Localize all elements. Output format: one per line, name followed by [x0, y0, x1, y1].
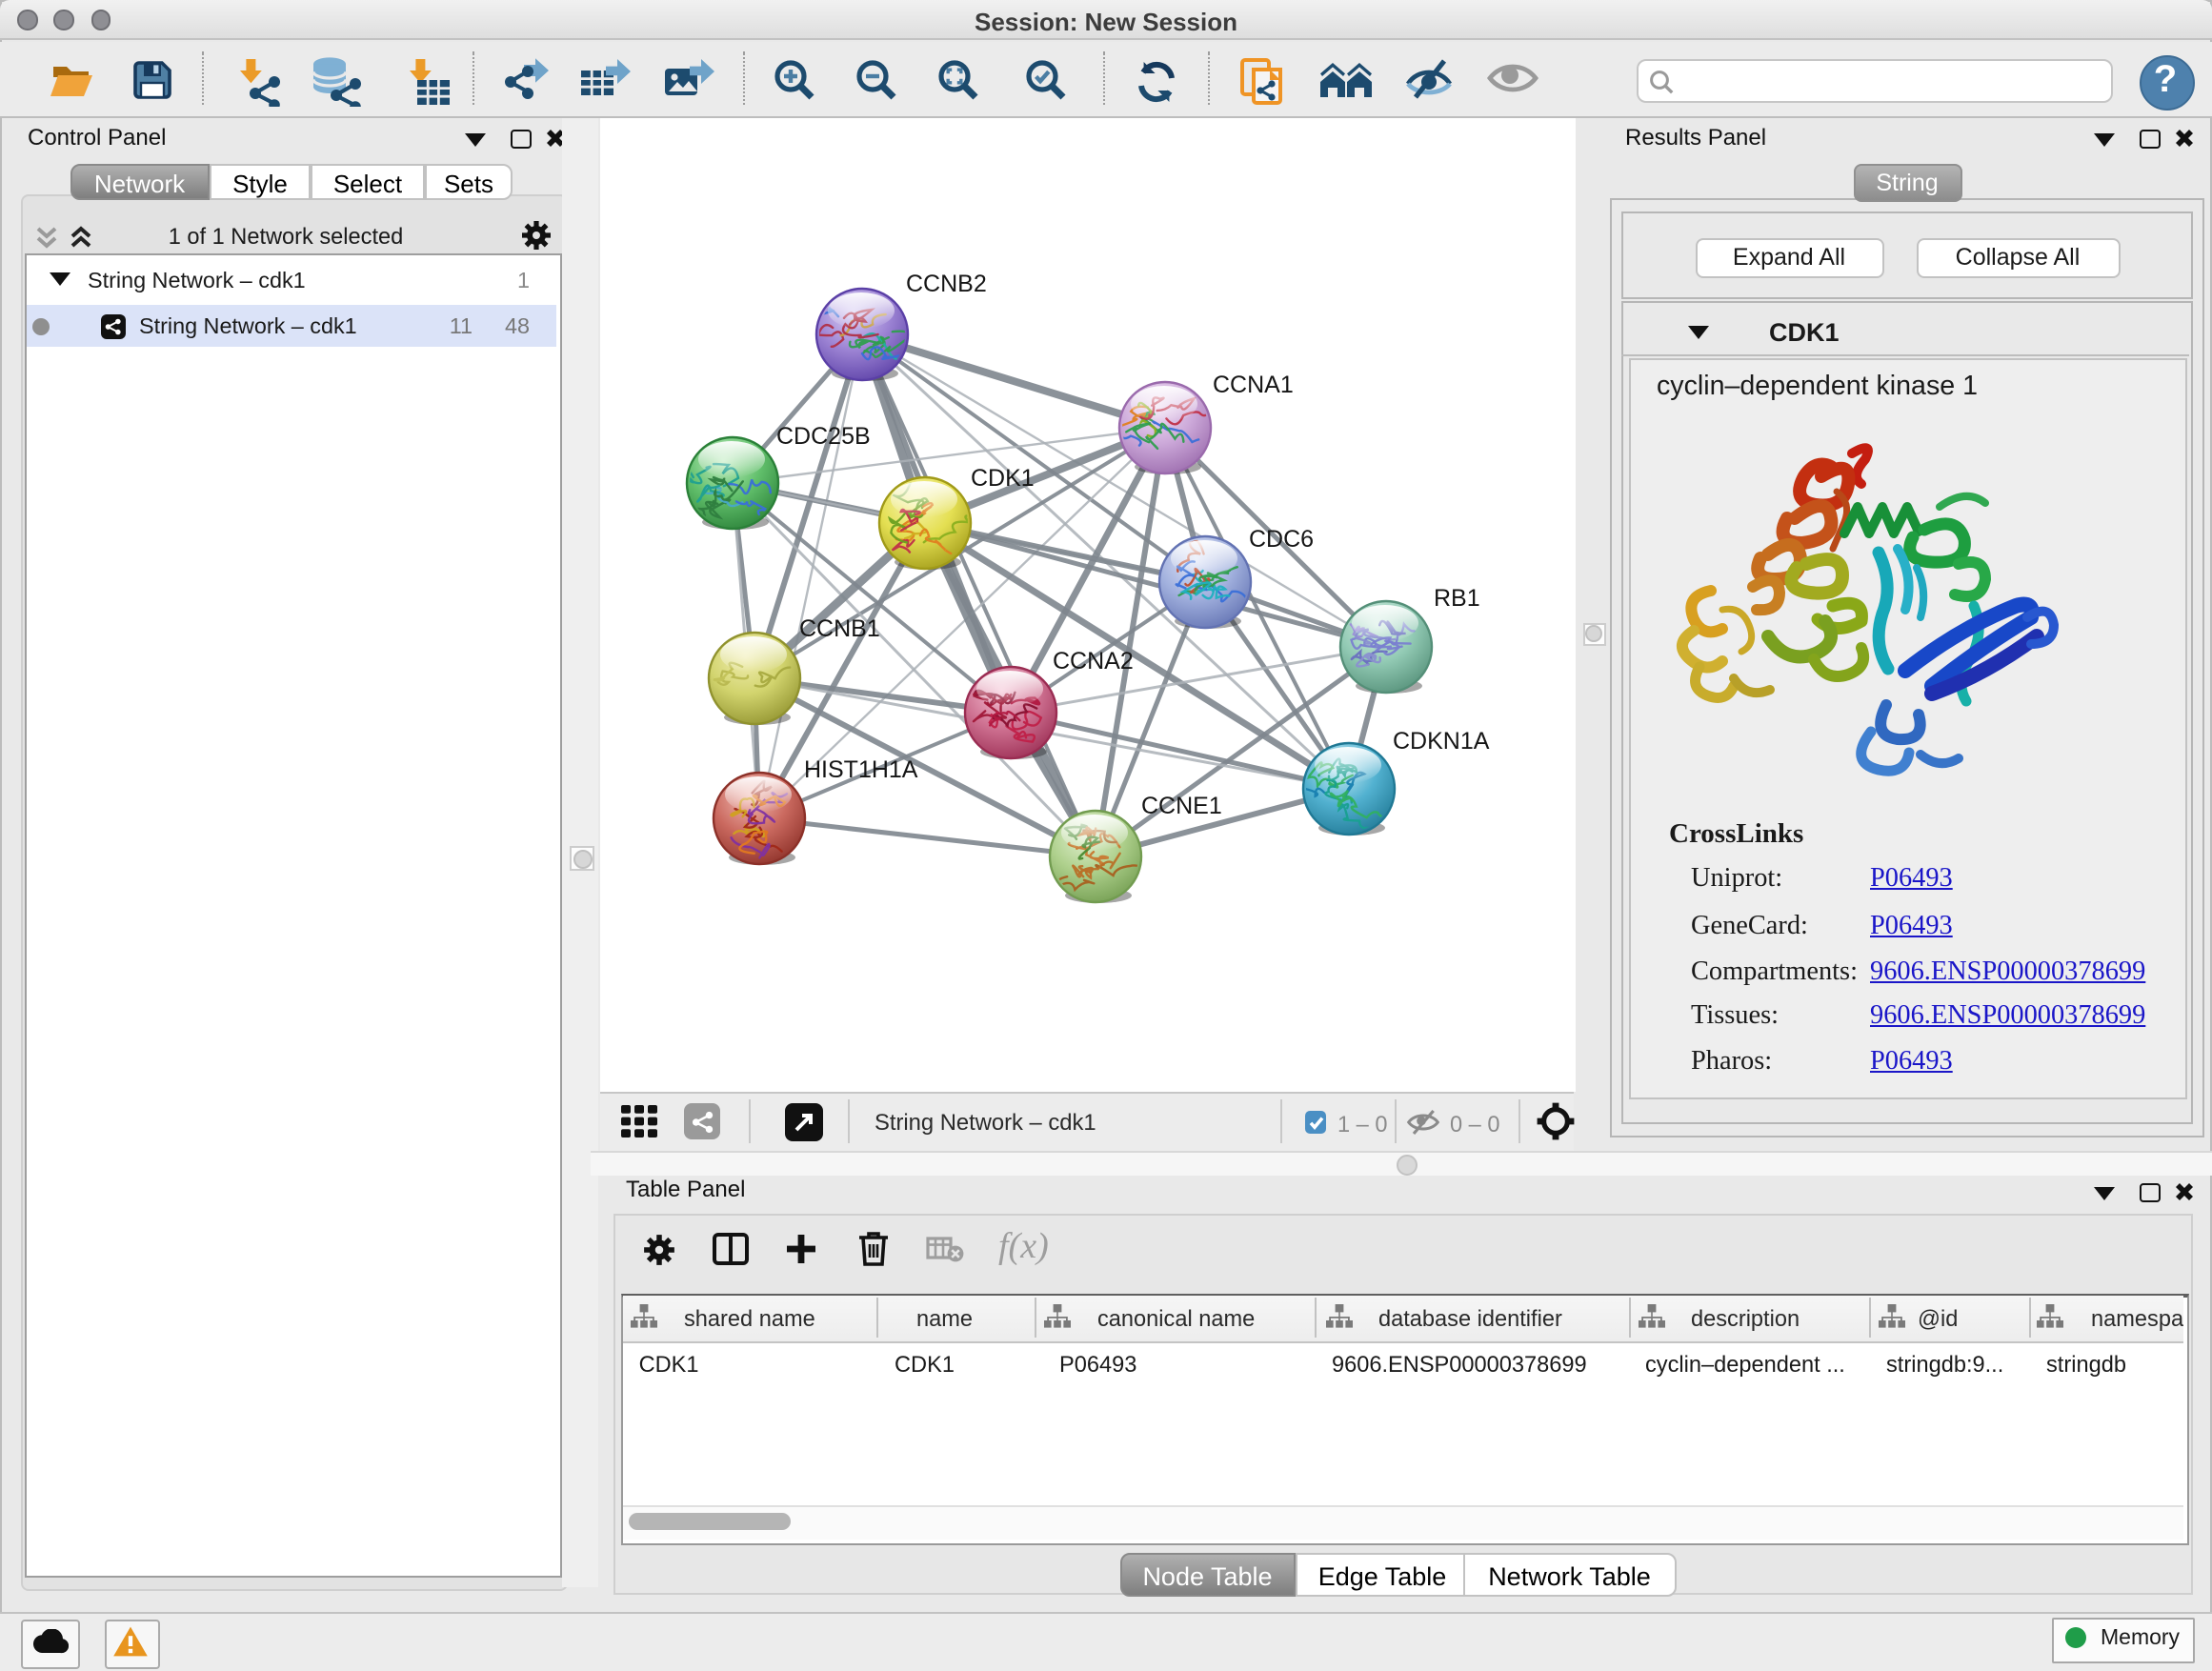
svg-text:CCNA1: CCNA1 [1212, 372, 1293, 398]
svg-text:CCNB1: CCNB1 [798, 615, 879, 642]
svg-text:CCNA2: CCNA2 [1052, 648, 1133, 674]
svg-text:CDK1: CDK1 [970, 465, 1034, 492]
svg-text:HIST1H1A: HIST1H1A [803, 756, 917, 783]
svg-text:RB1: RB1 [1433, 585, 1479, 612]
svg-text:CDKN1A: CDKN1A [1392, 728, 1489, 755]
svg-text:CDC6: CDC6 [1248, 526, 1313, 553]
svg-text:CCNE1: CCNE1 [1140, 793, 1221, 819]
svg-text:CDC25B: CDC25B [775, 423, 870, 450]
svg-text:CCNB2: CCNB2 [905, 271, 986, 297]
